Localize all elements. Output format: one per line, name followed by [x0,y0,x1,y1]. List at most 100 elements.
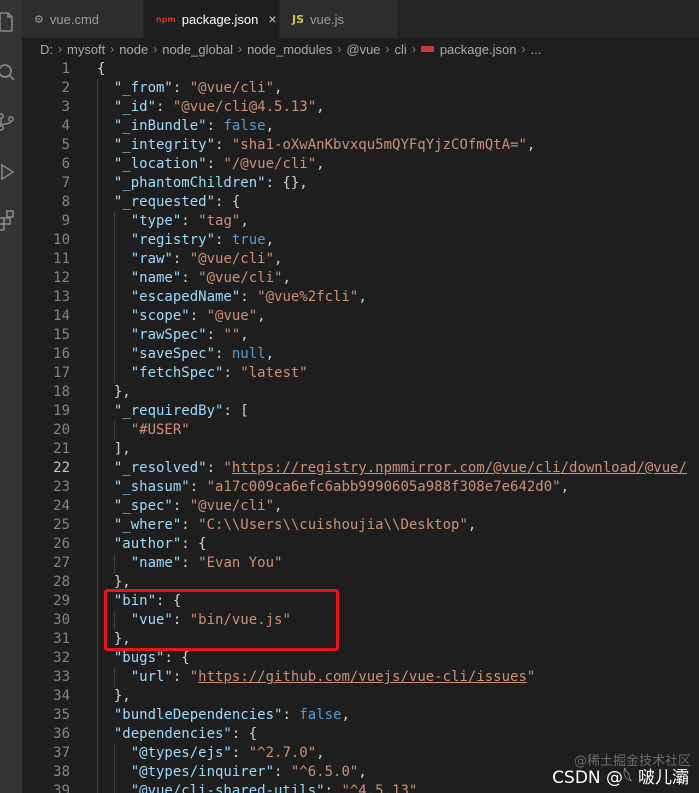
code-token: "@types/ejs" [130,745,232,761]
breadcrumb-item[interactable]: package.json [440,42,517,57]
breadcrumb-item[interactable]: @vue [346,42,380,57]
code-line[interactable]: 12 "name": "@vue/cli", [22,269,699,288]
breadcrumb-item[interactable]: cli [395,42,407,57]
code-line[interactable]: 25 "_where": "C:\\Users\\cuishoujia\\Desk… [22,516,699,535]
code-token: : [181,555,199,571]
breadcrumb-separator: › [521,42,526,56]
code-line[interactable]: 14 "scope": "@vue", [22,307,699,326]
close-icon[interactable]: × [268,11,276,27]
code-line[interactable]: 18}, [22,383,699,402]
indent-guide [113,611,115,630]
extensions-icon[interactable] [0,208,18,232]
code-token: : [ [223,403,249,419]
breadcrumb-item[interactable]: node [119,42,148,57]
code-line[interactable]: 28}, [22,573,699,592]
code-editor[interactable]: 1{2 "_from": "@vue/cli", 3 "_id": "@vue/cli… [22,60,699,793]
code-line[interactable]: 27 "name": "Evan You" [22,554,699,573]
code-line[interactable]: 9 "type": "tag", [22,212,699,231]
code-line[interactable]: 4 "_inBundle": false, [22,117,699,136]
code-line[interactable]: 29 "bin": { [22,592,699,611]
code-token: "^4.5.13" [341,783,418,793]
run-debug-icon[interactable] [0,160,18,184]
code-text: }, [114,630,131,649]
breadcrumb: D: › mysoft › node › node_global › node_modules ›… [22,38,699,60]
code-line[interactable]: 3 "_id": "@vue/cli@4.5.13", [22,98,699,117]
explorer-icon[interactable] [0,10,18,34]
code-line[interactable]: 22 "_resolved": "https://registry.npmmirr… [22,459,699,478]
code-token: : [181,213,199,229]
code-token: null [231,346,266,362]
indent-guide [97,250,98,269]
code-line[interactable]: 23 "_shasum": "a17c009ca6efc6abb9990605a9… [22,478,699,497]
breadcrumb-item[interactable]: node_modules [247,42,332,57]
code-token: "_integrity" [113,137,216,153]
code-line[interactable]: 31}, [22,630,699,649]
source-control-icon[interactable] [0,110,18,134]
code-token: }, [113,631,131,647]
code-line[interactable]: 24 "_spec": "@vue/cli", [22,497,699,516]
code-token: "_where" [113,517,182,533]
code-line[interactable]: 26 "author": { [22,535,699,554]
code-text: "vue": "bin/vue.js" [131,611,291,630]
code-line[interactable]: 32 "bugs": { [22,649,699,668]
code-line[interactable]: 36 "dependencies": { [22,725,699,744]
code-line[interactable]: 15 "rawSpec": "", [22,326,699,345]
code-line[interactable]: 11 "raw": "@vue/cli", [22,250,699,269]
code-line[interactable]: 2 "_from": "@vue/cli", [22,79,699,98]
code-token: , [467,517,477,533]
code-token: , [341,707,350,723]
code-text: "@vue/cli-shared-utils": "^4.5.13" [131,782,418,793]
code-line[interactable]: 20 "#USER" [22,421,699,440]
code-text: "registry": true, [131,231,274,250]
code-line[interactable]: 1{ [22,60,699,79]
code-token: ], [113,441,131,457]
code-text: "name": "Evan You" [131,554,283,573]
breadcrumb-item[interactable]: D: [40,42,53,57]
code-line[interactable]: 13 "escapedName": "@vue%2fcli", [22,288,699,307]
code-token: "@vue/cli" [189,80,275,96]
code-line[interactable]: 16 "saveSpec": null, [22,345,699,364]
search-icon[interactable] [0,60,18,84]
indent-guide [97,630,98,649]
code-line[interactable]: 5 "_integrity": "sha1-oXwAnKbvxqu5mQYFqYj… [22,136,699,155]
code-line[interactable]: 6 "_location": "/@vue/cli", [22,155,699,174]
line-number: 2 [61,80,70,96]
tab-package-json[interactable]: npm package.json × [144,0,280,38]
indent-guide [97,497,98,516]
code-line[interactable]: 7 "_phantomChildren": {}, [22,174,699,193]
code-token: "a17c009ca6efc6abb9990605a988f308e7e642d… [206,479,561,495]
line-number: 35 [53,707,70,723]
code-token: , [257,308,266,324]
line-number: 23 [53,479,70,495]
breadcrumb-item[interactable]: mysoft [67,42,105,57]
tab-vue-cmd[interactable]: ⚙ vue.cmd [22,0,144,38]
indent-guide [97,421,98,440]
indent-guide [97,288,98,307]
code-line[interactable]: 35 "bundleDependencies": false, [22,706,699,725]
code-line[interactable]: 10 "registry": true, [22,231,699,250]
indent-guide [97,478,98,497]
breadcrumb-item[interactable]: node_global [162,42,233,57]
code-token: "raw" [130,251,173,267]
code-text: "scope": "@vue", [131,307,266,326]
code-line[interactable]: 21], [22,440,699,459]
code-token: : [172,251,190,267]
code-line[interactable]: 30 "vue": "bin/vue.js" [22,611,699,630]
code-line[interactable]: 33 "url": "https://github.com/vuejs/vue-c… [22,668,699,687]
indent-guide [97,725,98,744]
tab-vue-js[interactable]: JS vue.js [280,0,398,38]
code-text: "type": "tag", [131,212,249,231]
code-line[interactable]: 17 "fetchSpec": "latest" [22,364,699,383]
code-text: "_where": "C:\\Users\\cuishoujia\\Deskto… [114,516,476,535]
line-number: 14 [53,308,70,324]
breadcrumb-separator: › [411,42,416,56]
code-line[interactable]: 8 "_requested": { [22,193,699,212]
indent-guide [113,307,115,326]
indent-guide [97,706,98,725]
code-line[interactable]: 19 "_requiredBy": [ [22,402,699,421]
code-token: : [240,289,258,305]
breadcrumb-item[interactable]: ... [530,42,541,57]
code-token: : [206,156,224,172]
code-line[interactable]: 34}, [22,687,699,706]
indent-guide [97,668,98,687]
